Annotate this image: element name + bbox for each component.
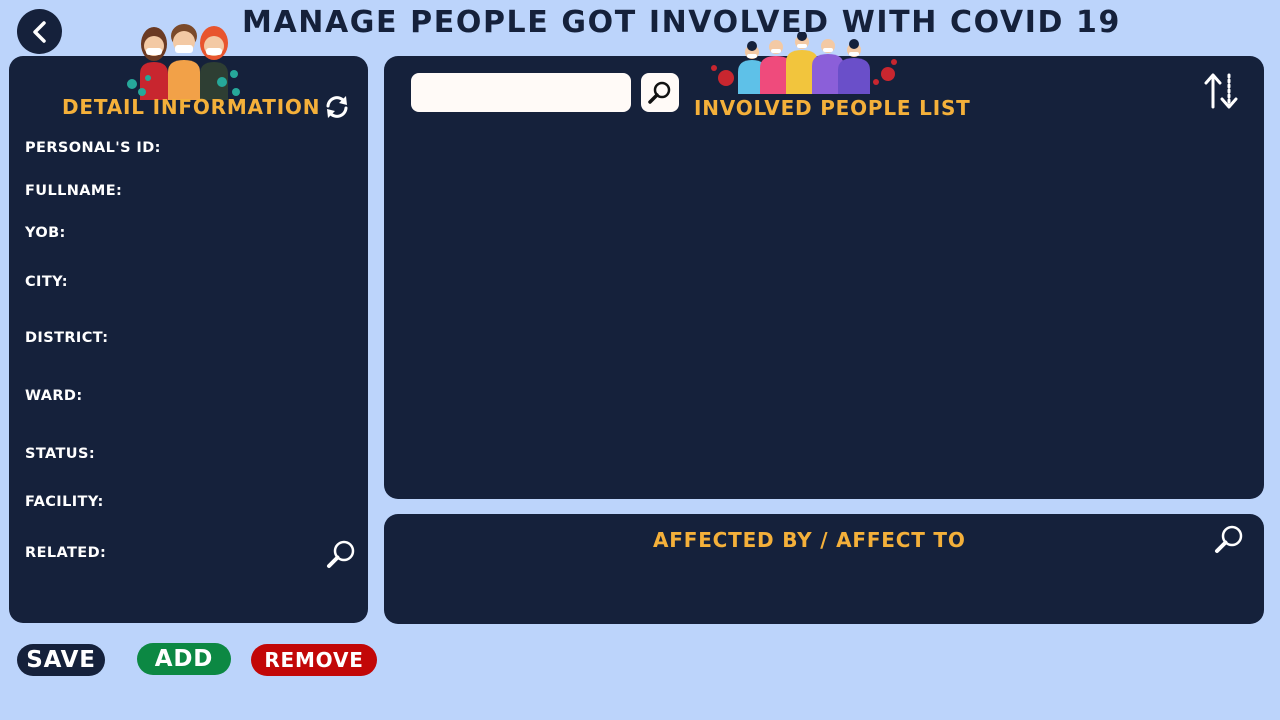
- sort-button[interactable]: [1200, 70, 1242, 112]
- refresh-button[interactable]: [323, 93, 351, 121]
- search-icon: [1215, 525, 1243, 553]
- detail-title: DETAIL INFORMATION: [62, 95, 321, 119]
- ward-label: WARD:: [25, 388, 83, 404]
- affect-search-button[interactable]: [1212, 522, 1246, 556]
- fullname-label: FULLNAME:: [25, 183, 123, 199]
- search-icon: [648, 81, 671, 104]
- facility-label: FACILITY:: [25, 494, 104, 510]
- people-list-panel: [384, 56, 1264, 499]
- refresh-icon: [326, 96, 348, 118]
- page-title: MANAGE PEOPLE GOT INVOLVED WITH COVID 19: [242, 5, 1121, 40]
- masked-people-illustration: [127, 24, 240, 100]
- back-button[interactable]: [17, 9, 62, 54]
- personal-id-label: PERSONAL'S ID:: [25, 140, 161, 156]
- yob-label: YOB:: [25, 225, 66, 241]
- related-label: RELATED:: [25, 545, 107, 561]
- save-button[interactable]: SAVE: [17, 644, 105, 676]
- city-label: CITY:: [25, 274, 68, 290]
- status-label: STATUS:: [25, 446, 96, 462]
- search-icon: [327, 540, 355, 568]
- related-search-button[interactable]: [324, 537, 358, 571]
- sort-icon: [1204, 73, 1238, 109]
- chevron-left-icon: [32, 20, 46, 43]
- add-button[interactable]: ADD: [137, 643, 231, 675]
- crowd-illustration: [711, 32, 897, 94]
- district-label: DISTRICT:: [25, 330, 109, 346]
- search-button[interactable]: [641, 73, 679, 112]
- people-list-title: INVOLVED PEOPLE LIST: [694, 96, 971, 120]
- affect-title: AFFECTED BY / AFFECT TO: [653, 528, 966, 552]
- search-input[interactable]: [411, 73, 631, 112]
- remove-button[interactable]: REMOVE: [251, 644, 377, 676]
